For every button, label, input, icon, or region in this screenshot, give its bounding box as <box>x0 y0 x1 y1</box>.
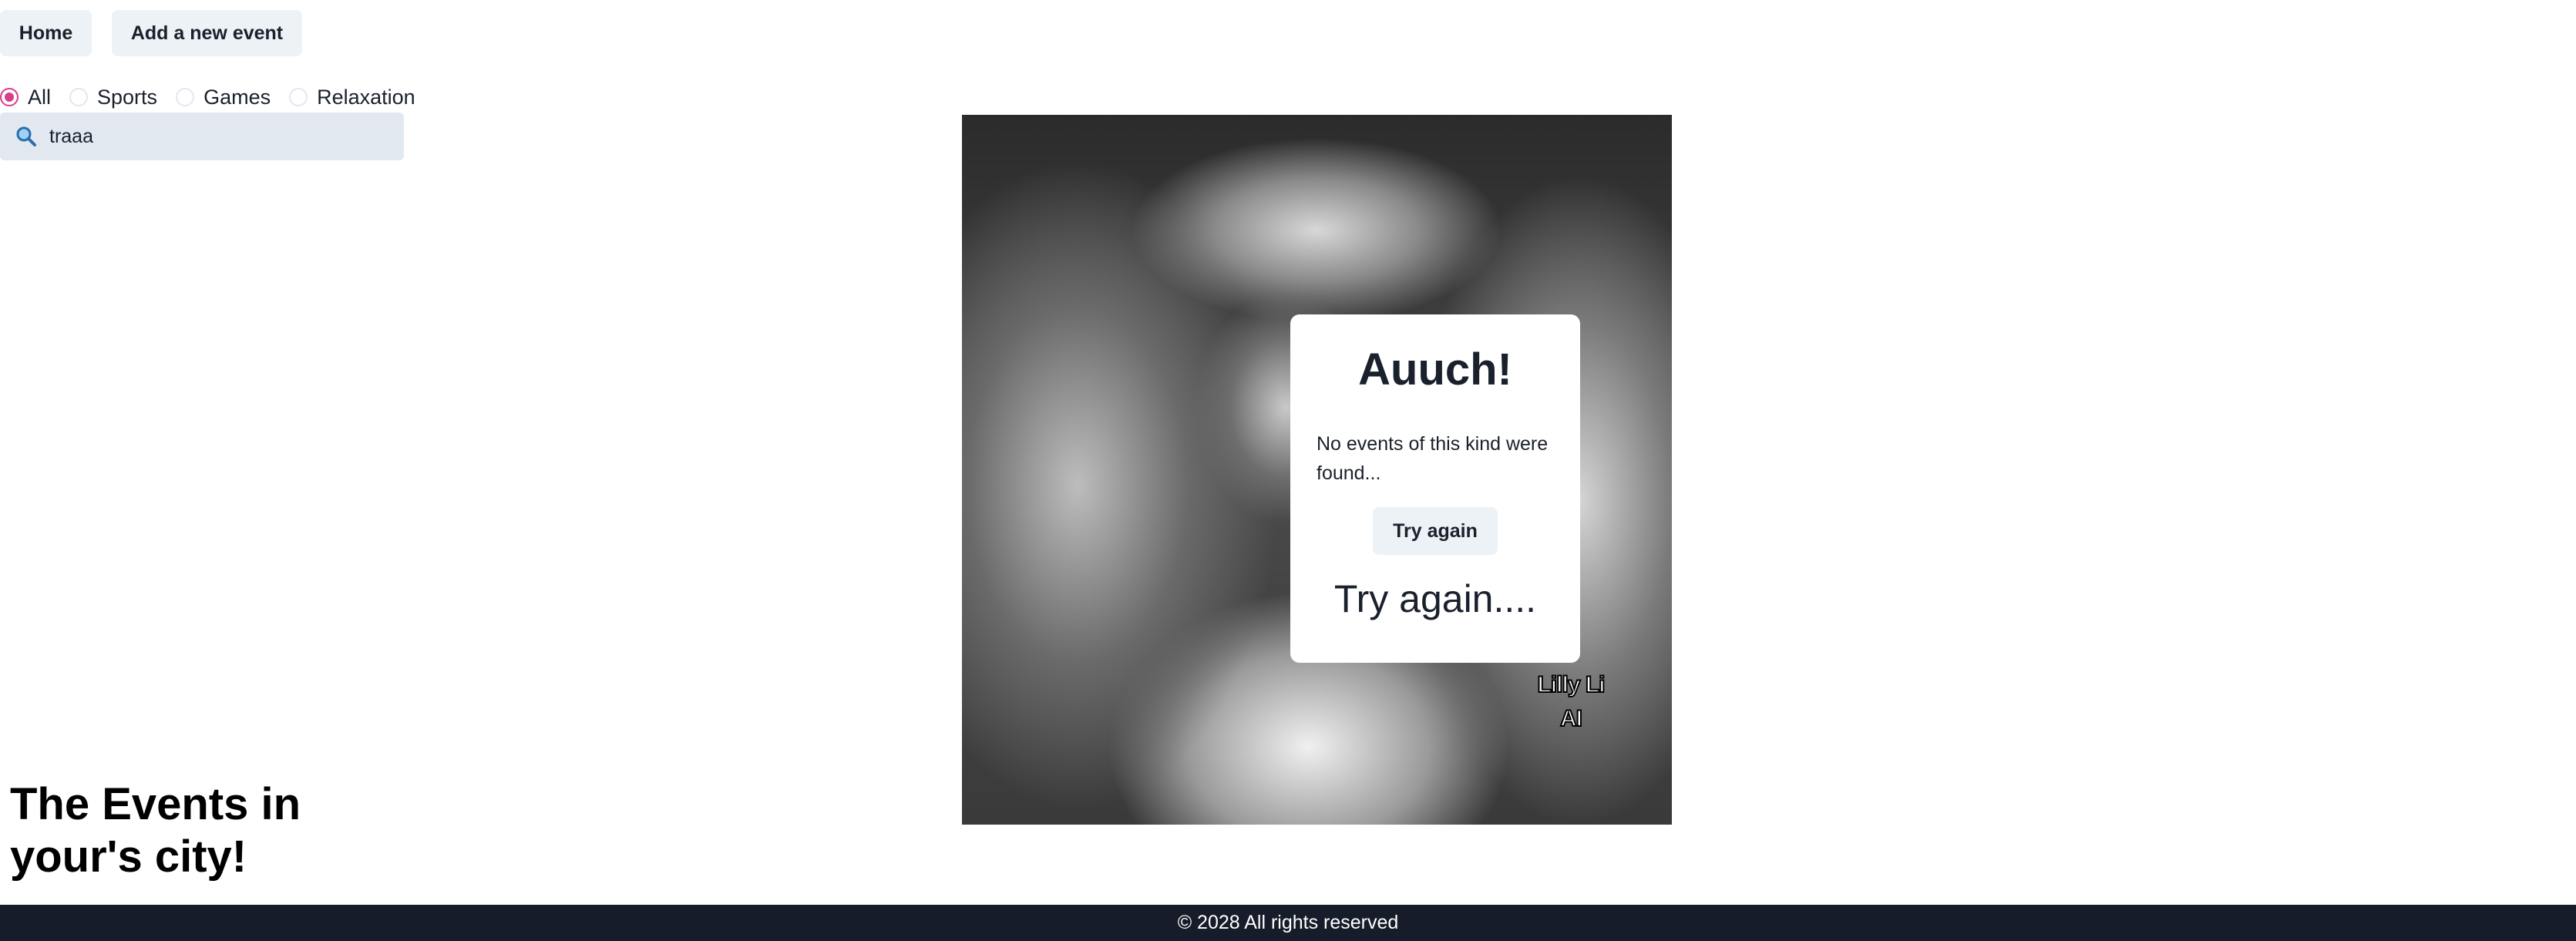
category-filter: All Sports Games Relaxation <box>0 83 434 111</box>
filter-label: Sports <box>97 85 158 109</box>
filter-label: All <box>28 85 52 109</box>
radio-icon[interactable] <box>289 88 308 106</box>
radio-icon[interactable] <box>69 88 89 106</box>
footer: © 2028 All rights reserved <box>0 905 2576 941</box>
filter-label: Games <box>203 85 271 109</box>
search-bar[interactable] <box>0 113 404 160</box>
no-events-card: Auuch! No events of this kind were found… <box>1290 314 1580 663</box>
card-message: No events of this kind were found... <box>1317 433 1549 484</box>
page-heading: The Events in your's city! <box>10 779 301 882</box>
filter-label: Relaxation <box>317 85 415 109</box>
copyright-text: © 2028 All rights reserved <box>1177 912 1399 933</box>
try-again-button[interactable]: Try again <box>1373 507 1498 555</box>
filter-all[interactable]: All <box>0 86 51 109</box>
radio-icon[interactable] <box>176 88 195 106</box>
filter-games[interactable]: Games <box>176 86 271 109</box>
search-input[interactable] <box>49 125 388 148</box>
filter-sports[interactable]: Sports <box>69 86 157 109</box>
radio-icon[interactable] <box>0 88 18 106</box>
filter-relaxation[interactable]: Relaxation <box>289 86 415 109</box>
search-icon <box>14 125 37 148</box>
try-again-caption: Try again.... <box>1333 577 1537 620</box>
image-watermark: Lilly Li AI <box>1536 671 1606 732</box>
card-title: Auuch! <box>1358 344 1512 395</box>
add-event-button[interactable]: Add a new event <box>112 10 302 56</box>
home-button[interactable]: Home <box>0 10 92 56</box>
